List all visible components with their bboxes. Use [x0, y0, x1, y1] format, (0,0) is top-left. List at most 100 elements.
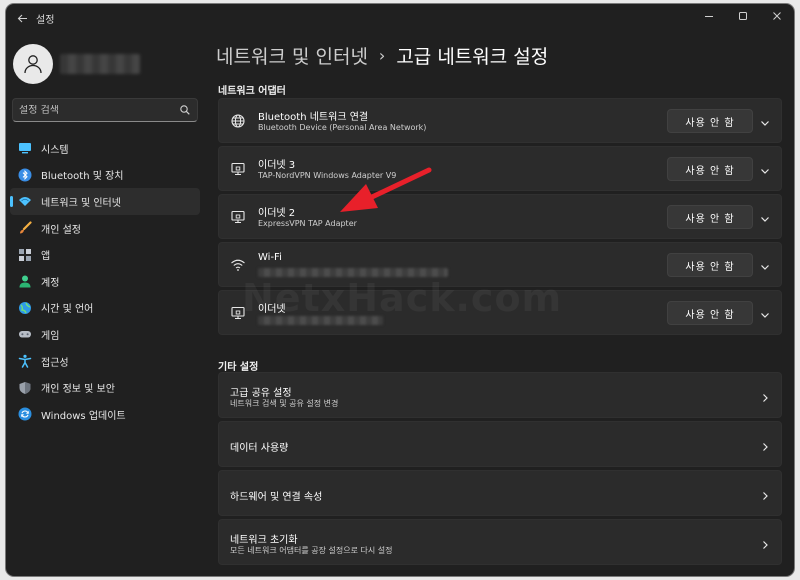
sidebar-item-personalization[interactable]: 개인 설정: [10, 215, 200, 242]
sidebar-item-label: 앱: [41, 251, 51, 263]
network-icon: [18, 194, 32, 208]
adapter-list: Bluetooth 네트워크 연결 Bluetooth Device (Pers…: [218, 98, 782, 338]
system-icon: [18, 141, 32, 155]
chevron-down-icon[interactable]: [759, 162, 771, 174]
sidebar-item-label: 게임: [41, 330, 60, 342]
search-box[interactable]: [12, 98, 198, 122]
data-usage[interactable]: 데이터 사용량: [218, 421, 782, 467]
wifi-icon: [230, 257, 246, 273]
option-title: 고급 공유 설정: [230, 388, 292, 399]
network-reset[interactable]: 네트워크 초기화 모든 네트워크 어댑터를 공장 설정으로 다시 설정: [218, 519, 782, 565]
settings-window: 설정 시스템 Bluetooth 및 장치: [6, 4, 794, 576]
chevron-right-icon: [759, 438, 771, 451]
chevron-down-icon[interactable]: [759, 210, 771, 222]
chevron-right-icon: [759, 487, 771, 500]
sidebar-item-label: 시간 및 언어: [41, 304, 94, 316]
sidebar-item-gaming[interactable]: 게임: [10, 321, 200, 348]
sidebar-item-label: 접근성: [41, 357, 69, 369]
sidebar-item-time-language[interactable]: 시간 및 언어: [10, 295, 200, 322]
disable-button[interactable]: 사용 안 함: [667, 109, 753, 133]
hardware-connection-properties[interactable]: 하드웨어 및 연결 속성: [218, 470, 782, 516]
user-icon: [24, 55, 42, 74]
maximize-icon: [739, 12, 747, 20]
advanced-sharing-settings[interactable]: 고급 공유 설정 네트워크 검색 및 공유 설정 변경: [218, 372, 782, 418]
option-title: 하드웨어 및 연결 속성: [230, 492, 323, 503]
adapter-card-ethernet[interactable]: 이더넷 사용 안 함: [218, 290, 782, 335]
sidebar-item-label: 계정: [41, 277, 60, 289]
sidebar-item-accessibility[interactable]: 접근성: [10, 348, 200, 375]
breadcrumb-parent[interactable]: 네트워크 및 인터넷: [216, 42, 368, 69]
sidebar-item-label: 개인 설정: [41, 224, 81, 236]
sidebar-nav: 시스템 Bluetooth 및 장치 네트워크 및 인터넷 개인 설정 앱 계정: [10, 135, 200, 428]
sidebar-item-privacy-security[interactable]: 개인 정보 및 보안: [10, 374, 200, 401]
account-icon: [18, 274, 32, 288]
close-icon: [773, 12, 781, 20]
bluetooth-icon: [18, 168, 32, 182]
sidebar-item-system[interactable]: 시스템: [10, 135, 200, 162]
sidebar-item-label: Windows 업데이트: [41, 410, 126, 422]
chevron-down-icon[interactable]: [759, 306, 771, 318]
chevron-right-icon: [759, 389, 771, 402]
option-title: 네트워크 초기화: [230, 535, 298, 546]
sidebar-item-label: 시스템: [41, 144, 69, 156]
back-arrow-icon: [17, 14, 27, 22]
sidebar: 시스템 Bluetooth 및 장치 네트워크 및 인터넷 개인 설정 앱 계정: [6, 32, 206, 576]
maximize-button[interactable]: [726, 6, 760, 26]
minimize-button[interactable]: [692, 6, 726, 26]
adapter-card-bluetooth[interactable]: Bluetooth 네트워크 연결 Bluetooth Device (Pers…: [218, 98, 782, 143]
ethernet-icon: [230, 305, 246, 321]
gamepad-icon: [18, 327, 32, 341]
section-heading-other: 기타 설정: [218, 362, 259, 373]
update-icon: [18, 407, 32, 421]
adapter-name: 이더넷: [258, 304, 286, 315]
adapter-description-redacted: [258, 268, 448, 277]
sidebar-item-accounts[interactable]: 계정: [10, 268, 200, 295]
disable-button[interactable]: 사용 안 함: [667, 205, 753, 229]
brush-icon: [18, 221, 32, 235]
option-subtitle: 모든 네트워크 어댑터를 공장 설정으로 다시 설정: [230, 546, 393, 555]
sidebar-item-bluetooth[interactable]: Bluetooth 및 장치: [10, 162, 200, 189]
ethernet-icon: [230, 209, 246, 225]
section-heading-adapters: 네트워크 어댑터: [218, 86, 286, 97]
adapter-card-ethernet-3[interactable]: 이더넷 3 TAP-NordVPN Windows Adapter V9 사용 …: [218, 146, 782, 191]
title-bar: 설정: [6, 4, 794, 32]
adapter-name: Wi-Fi: [258, 252, 282, 263]
search-icon: [180, 105, 190, 115]
option-title: 데이터 사용량: [230, 443, 289, 454]
app-title: 설정: [36, 15, 55, 26]
page-title: 고급 네트워크 설정: [396, 46, 549, 68]
adapter-description: TAP-NordVPN Windows Adapter V9: [258, 171, 397, 180]
adapter-description: ExpressVPN TAP Adapter: [258, 219, 357, 228]
disable-button[interactable]: 사용 안 함: [667, 253, 753, 277]
breadcrumb: 네트워크 및 인터넷 › 고급 네트워크 설정: [216, 42, 548, 69]
minimize-icon: [705, 16, 713, 17]
sidebar-item-windows-update[interactable]: Windows 업데이트: [10, 401, 200, 428]
adapter-name: 이더넷 3: [258, 160, 296, 171]
disable-button[interactable]: 사용 안 함: [667, 157, 753, 181]
adapter-name: 이더넷 2: [258, 208, 296, 219]
search-input[interactable]: [19, 104, 179, 116]
apps-icon: [18, 248, 32, 262]
ethernet-icon: [230, 161, 246, 177]
sidebar-item-network[interactable]: 네트워크 및 인터넷: [10, 188, 200, 215]
chevron-right-icon: [759, 536, 771, 549]
sidebar-item-label: 개인 정보 및 보안: [41, 384, 115, 396]
adapter-description-redacted: [258, 316, 383, 325]
option-subtitle: 네트워크 검색 및 공유 설정 변경: [230, 399, 339, 408]
account-name-redacted: [60, 54, 140, 74]
adapter-name: Bluetooth 네트워크 연결: [258, 112, 369, 123]
sidebar-item-apps[interactable]: 앱: [10, 241, 200, 268]
breadcrumb-separator: ›: [378, 46, 386, 65]
adapter-card-wifi[interactable]: Wi-Fi 사용 안 함: [218, 242, 782, 287]
globe-icon: [18, 301, 32, 315]
other-settings-list: 고급 공유 설정 네트워크 검색 및 공유 설정 변경 데이터 사용량 하드웨어…: [218, 372, 782, 568]
accessibility-icon: [18, 354, 32, 368]
avatar[interactable]: [13, 44, 53, 84]
disable-button[interactable]: 사용 안 함: [667, 301, 753, 325]
back-button[interactable]: [10, 8, 34, 28]
chevron-down-icon[interactable]: [759, 114, 771, 126]
chevron-down-icon[interactable]: [759, 258, 771, 270]
adapter-card-ethernet-2[interactable]: 이더넷 2 ExpressVPN TAP Adapter 사용 안 함: [218, 194, 782, 239]
main-content: 네트워크 및 인터넷 › 고급 네트워크 설정 네트워크 어댑터 Bluetoo…: [216, 32, 794, 576]
close-button[interactable]: [760, 6, 794, 26]
